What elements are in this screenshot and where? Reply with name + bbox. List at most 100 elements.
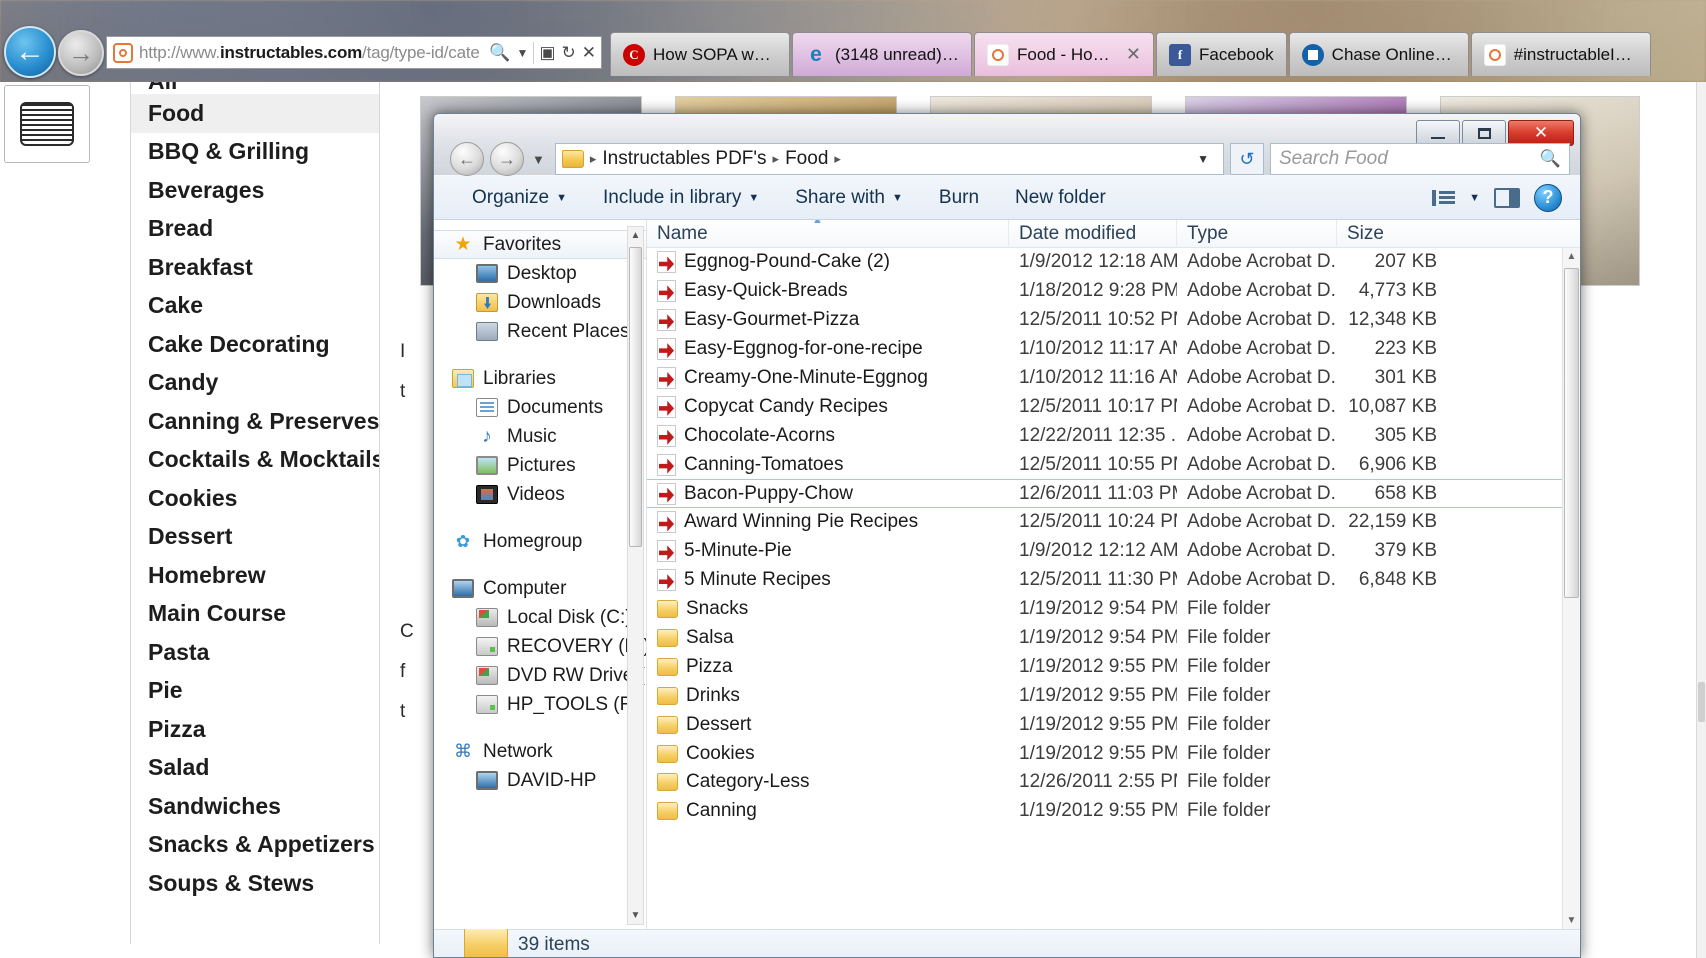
file-row[interactable]: Cookies 1/19/2012 9:55 PM File folder (647, 739, 1580, 768)
category-item-pizza[interactable]: Pizza (131, 710, 379, 749)
browser-address-bar[interactable]: http://www.instructables.com/tag/type-id… (106, 36, 602, 69)
file-row[interactable]: Snacks 1/19/2012 9:54 PM File folder (647, 595, 1580, 624)
category-item-cocktails-mocktails[interactable]: Cocktails & Mocktails (131, 441, 379, 480)
nav-tree-item-computer[interactable]: Computer (434, 574, 646, 603)
column-header-name[interactable]: Name ▲ (647, 220, 1009, 248)
file-row[interactable]: Bacon-Puppy-Chow 12/6/2011 11:03 PM Adobe … (647, 479, 1580, 509)
file-row[interactable]: Award Winning Pie Recipes 12/5/2011 10:24… (647, 508, 1580, 537)
file-name-cell[interactable]: Dessert (647, 714, 1009, 736)
breadcrumb-bar[interactable]: ▸ Instructables PDF's ▸ Food ▸ ▼ (554, 143, 1224, 175)
search-input[interactable]: Search Food (1279, 148, 1540, 170)
organize-button[interactable]: Organize ▼ (454, 187, 585, 209)
breadcrumb-item-food[interactable]: Food (785, 148, 828, 170)
chevron-down-icon[interactable]: ▼ (1469, 192, 1480, 204)
nav-tree-item-desktop[interactable]: Desktop (434, 259, 646, 288)
file-name-cell[interactable]: Cookies (647, 743, 1009, 765)
column-header-size[interactable]: Size (1337, 220, 1447, 248)
file-row[interactable]: Pizza 1/19/2012 9:55 PM File folder (647, 652, 1580, 681)
file-name-cell[interactable]: 5-Minute-Pie (647, 540, 1009, 563)
file-row[interactable]: Drinks 1/19/2012 9:55 PM File folder (647, 681, 1580, 710)
scroll-up-icon[interactable]: ▲ (1563, 248, 1580, 265)
search-icon[interactable]: 🔍 (1540, 149, 1561, 169)
browser-tab-6[interactable]: #instructableId... (1470, 32, 1651, 76)
nav-tree-item-homegroup[interactable]: ✿ Homegroup (434, 527, 646, 556)
close-icon[interactable]: ✕ (579, 43, 599, 63)
file-row[interactable]: 5-Minute-Pie 1/9/2012 12:12 AM Adobe Acrob… (647, 537, 1580, 566)
category-item-candy[interactable]: Candy (131, 364, 379, 403)
nav-tree-item-favorites[interactable]: ★ Favorites (434, 230, 646, 259)
close-icon[interactable]: ✕ (1126, 44, 1141, 65)
nav-tree-item-recent-places[interactable]: Recent Places (434, 317, 646, 346)
navigation-pane-scrollbar[interactable]: ▲ ▼ (627, 226, 644, 925)
browser-tab-5[interactable]: Chase Online -... (1288, 32, 1469, 76)
explorer-forward-button[interactable]: → (490, 142, 524, 176)
category-sidebar[interactable]: AllFoodBBQ & GrillingBeveragesBreadBreak… (130, 68, 380, 944)
compatibility-view-icon[interactable]: ▣ (536, 43, 558, 63)
nav-tree-item-libraries[interactable]: Libraries (434, 364, 646, 393)
category-item-bread[interactable]: Bread (131, 210, 379, 249)
file-row[interactable]: Copycat Candy Recipes 12/5/2011 10:17 PM A… (647, 392, 1580, 421)
navigation-scrollbar-thumb[interactable] (629, 247, 642, 547)
page-scrollbar[interactable] (1696, 82, 1706, 958)
file-name-cell[interactable]: Easy-Quick-Breads (647, 280, 1009, 303)
file-row[interactable]: Chocolate-Acorns 12/22/2011 12:35 ... Adob… (647, 421, 1580, 450)
category-item-food[interactable]: Food (131, 94, 379, 133)
category-item-sandwiches[interactable]: Sandwiches (131, 787, 379, 826)
category-item-soups-stews[interactable]: Soups & Stews (131, 864, 379, 903)
category-item-snacks-appetizers[interactable]: Snacks & Appetizers (131, 826, 379, 865)
view-options-icon[interactable] (1432, 189, 1456, 206)
nav-tree-item-music[interactable]: ♪ Music (434, 422, 646, 451)
nav-tree-item-david-hp[interactable]: DAVID-HP (434, 766, 646, 795)
file-row[interactable]: Eggnog-Pound-Cake (2) 1/9/2012 12:18 AM Ad… (647, 248, 1580, 277)
file-name-cell[interactable]: 5 Minute Recipes (647, 569, 1009, 592)
category-item-cookies[interactable]: Cookies (131, 479, 379, 518)
file-row[interactable]: Canning-Tomatoes 12/5/2011 10:55 PM Adobe … (647, 450, 1580, 479)
browser-tab-strip[interactable]: C How SOPA wo... e (3148 unread) -... Food -… (610, 32, 1653, 82)
file-row[interactable]: Category-Less 12/26/2011 2:55 PM File fold… (647, 768, 1580, 797)
explorer-title-bar[interactable]: ✕ ← → ▼ ▸ Instructables PDF's ▸ Food ▸ ▼… (434, 114, 1580, 176)
search-icon[interactable]: 🔍 (486, 43, 513, 63)
browser-tab-4[interactable]: f Facebook (1156, 32, 1287, 76)
navigation-pane[interactable]: ★ Favorites Desktop Downloads Recent Places L… (434, 220, 647, 929)
browser-tab-3[interactable]: Food - How... ✕ (974, 32, 1154, 76)
explorer-search-box[interactable]: Search Food 🔍 (1270, 143, 1570, 175)
file-name-cell[interactable]: Easy-Eggnog-for-one-recipe (647, 338, 1009, 361)
file-name-cell[interactable]: Bacon-Puppy-Chow (647, 482, 1009, 505)
browser-tab-1[interactable]: C How SOPA wo... (610, 32, 790, 76)
nav-tree-item-pictures[interactable]: Pictures (434, 451, 646, 480)
nav-tree-item-videos[interactable]: Videos (434, 480, 646, 509)
file-name-cell[interactable]: Eggnog-Pound-Cake (2) (647, 251, 1009, 274)
column-header-type[interactable]: Type (1177, 220, 1337, 248)
file-row[interactable]: Creamy-One-Minute-Eggnog 1/10/2012 11:16 … (647, 364, 1580, 393)
nav-tree-item-hp-tools-f[interactable]: HP_TOOLS (F:) (434, 690, 646, 719)
file-row[interactable]: Easy-Gourmet-Pizza 12/5/2011 10:52 PM Adob… (647, 306, 1580, 335)
category-item-canning-preserves[interactable]: Canning & Preserves (131, 402, 379, 441)
browser-forward-button[interactable]: → (58, 30, 104, 76)
file-row[interactable]: Easy-Quick-Breads 1/18/2012 9:28 PM Adobe … (647, 277, 1580, 306)
chevron-down-icon[interactable]: ▼ (514, 46, 532, 60)
category-item-breakfast[interactable]: Breakfast (131, 248, 379, 287)
file-name-cell[interactable]: Easy-Gourmet-Pizza (647, 309, 1009, 332)
category-item-pie[interactable]: Pie (131, 672, 379, 711)
file-name-cell[interactable]: Snacks (647, 598, 1009, 620)
file-list-scrollbar-thumb[interactable] (1564, 268, 1579, 598)
scroll-up-icon[interactable]: ▲ (628, 227, 643, 244)
file-name-cell[interactable]: Pizza (647, 656, 1009, 678)
file-name-cell[interactable]: Salsa (647, 627, 1009, 649)
file-name-cell[interactable]: Canning-Tomatoes (647, 453, 1009, 476)
file-list[interactable]: Name ▲ Date modified Type Size Eggnog-Po… (647, 220, 1580, 929)
nav-tree-item-downloads[interactable]: Downloads (434, 288, 646, 317)
category-item-pasta[interactable]: Pasta (131, 633, 379, 672)
explorer-back-button[interactable]: ← (450, 142, 484, 176)
category-item-cake-decorating[interactable]: Cake Decorating (131, 325, 379, 364)
browser-tab-2[interactable]: e (3148 unread) -... (792, 32, 972, 76)
browser-back-button[interactable]: ← (4, 26, 56, 78)
nav-tree-item-dvd-rw-drive-e[interactable]: DVD RW Drive (E: (434, 661, 646, 690)
file-name-cell[interactable]: Award Winning Pie Recipes (647, 511, 1009, 534)
file-row[interactable]: Salsa 1/19/2012 9:54 PM File folder (647, 624, 1580, 653)
refresh-icon[interactable]: ↻ (559, 43, 579, 63)
nav-tree-item-documents[interactable]: Documents (434, 393, 646, 422)
file-list-scrollbar[interactable]: ▲ ▼ (1562, 248, 1580, 929)
file-rows[interactable]: Eggnog-Pound-Cake (2) 1/9/2012 12:18 AM Ad… (647, 248, 1580, 826)
navigation-tree[interactable]: ★ Favorites Desktop Downloads Recent Places L… (434, 230, 646, 795)
